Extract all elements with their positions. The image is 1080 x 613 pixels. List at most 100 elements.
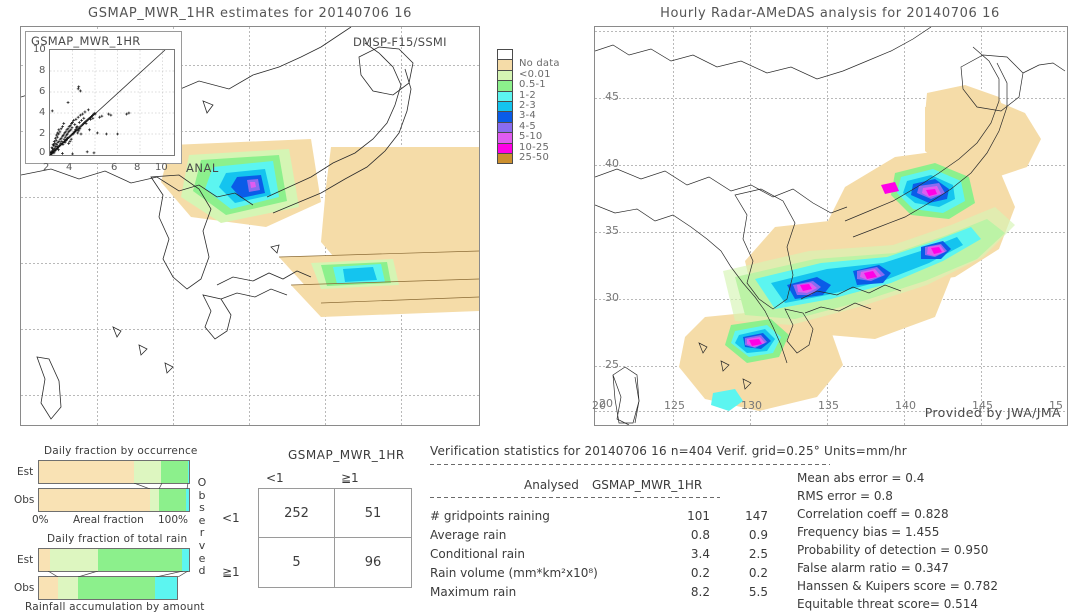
contingency-side-label: Observed xyxy=(197,476,207,578)
scatter-ytick: 0 xyxy=(39,147,46,158)
occurrence-chart-title: Daily fraction by occurrence xyxy=(44,445,198,457)
colorbar-label: 0.5-1 xyxy=(519,79,546,91)
contingency-col-header-lt1: <1 xyxy=(266,471,284,485)
bar-segment xyxy=(39,489,150,511)
scatter-xtick: 2 xyxy=(43,162,50,173)
right-map-ytick: 35 xyxy=(605,224,619,237)
right-map-xtick: 125 xyxy=(664,399,685,412)
verification-score: Mean abs error = 0.4 xyxy=(797,471,925,485)
colorbar-label: 10-25 xyxy=(519,141,550,153)
bar-segment xyxy=(77,577,155,599)
bar-segment xyxy=(58,577,78,599)
occurrence-est-label: Est xyxy=(17,466,34,478)
verification-score: Equitable threat score= 0.514 xyxy=(797,597,979,611)
bar-segment xyxy=(186,489,189,511)
right-map-frame: Provided by JWA/JMA xyxy=(594,26,1068,426)
verification-score: Frequency bias = 1.455 xyxy=(797,525,940,539)
verification-row-analysed: 0.8 xyxy=(690,528,710,542)
verification-row-analysed: 3.4 xyxy=(690,547,710,561)
amount-obs-bar xyxy=(38,576,178,600)
right-map-xtick: 130 xyxy=(741,399,762,412)
bar-segment xyxy=(49,549,98,571)
scatter-ytick: 6 xyxy=(39,86,46,97)
verification-row-label: Average rain xyxy=(430,528,507,542)
colorbar-label: 5-10 xyxy=(519,131,543,143)
verification-row-estimate: 2.5 xyxy=(748,547,768,561)
occurrence-axis-label: Areal fraction xyxy=(73,514,144,526)
contingency-cell-false-alarm: 51 xyxy=(335,489,411,538)
scatter-xlabel: ANAL xyxy=(186,161,219,175)
verification-score: RMS error = 0.8 xyxy=(797,489,893,503)
contingency-col-header-ge1: ≧1 xyxy=(341,471,359,485)
right-map-ytick: 25 xyxy=(605,358,619,371)
colorbar-label: No data xyxy=(519,58,560,70)
scatter-xtick: 6 xyxy=(111,162,118,173)
verification-row-estimate: 5.5 xyxy=(748,585,768,599)
amount-est-bar xyxy=(38,548,190,572)
verification-row-label: Rain volume (mm*km²x10⁸) xyxy=(430,566,598,580)
amount-est-label: Est xyxy=(17,554,34,566)
scatter-inset-title: GSMAP_MWR_1HR xyxy=(31,34,141,48)
occurrence-obs-bar xyxy=(38,488,190,512)
bar-segment xyxy=(97,549,182,571)
contingency-cell-miss: 5 xyxy=(259,538,335,587)
verification-row-estimate: 147 xyxy=(745,509,768,523)
colorbar-label: 25-50 xyxy=(519,151,550,163)
scatter-ytick: 4 xyxy=(39,107,46,118)
contingency-cell-hit: 96 xyxy=(364,555,382,570)
amount-chart-caption: Rainfall accumulation by amount xyxy=(25,601,205,613)
scatter-ytick: 2 xyxy=(39,128,46,139)
sensor-label-dmsp: DMSP-F15/SSMI xyxy=(353,35,447,49)
bar-segment xyxy=(159,489,186,511)
bar-segment xyxy=(39,577,59,599)
colorbar-label: 2-3 xyxy=(519,99,536,111)
occurrence-axis-min: 0% xyxy=(32,514,49,526)
colorbar-label: 4-5 xyxy=(519,120,536,132)
verification-row-label: Conditional rain xyxy=(430,547,525,561)
colorbar-cell: 25-50 xyxy=(497,152,549,165)
verification-row-estimate: 0.2 xyxy=(748,566,768,580)
verification-header: Verification statistics for 20140706 16 … xyxy=(430,444,907,458)
bar-segment xyxy=(39,461,134,483)
bar-segment xyxy=(133,461,162,483)
contingency-table: 252 51 5 96 xyxy=(258,488,412,588)
right-map-graphics xyxy=(595,27,1066,425)
verification-row-analysed: 0.2 xyxy=(690,566,710,580)
occurrence-obs-label: Obs xyxy=(14,494,35,506)
verification-score: Correlation coeff = 0.828 xyxy=(797,507,949,521)
verification-row-label: # gridpoints raining xyxy=(430,509,550,523)
bar-segment xyxy=(161,461,188,483)
right-map-xtick: 145 xyxy=(972,399,993,412)
amount-obs-label: Obs xyxy=(14,582,35,594)
verification-row-analysed: 8.2 xyxy=(690,585,710,599)
bar-segment xyxy=(39,549,50,571)
right-map-xtick: 20 xyxy=(592,399,606,412)
scatter-xtick: 4 xyxy=(66,162,73,173)
scatter-ytick: 10 xyxy=(33,44,46,55)
right-map-title: Hourly Radar-AMeDAS analysis for 2014070… xyxy=(660,6,1000,21)
verification-score: Probability of detection = 0.950 xyxy=(797,543,989,557)
bar-segment xyxy=(187,461,189,483)
occurrence-linkage-lines xyxy=(133,483,189,489)
right-map-xtick: 15 xyxy=(1049,399,1063,412)
left-map-title: GSMAP_MWR_1HR estimates for 20140706 16 xyxy=(88,6,412,21)
verification-col-header-analysed: Analysed xyxy=(524,478,579,492)
verification-row-analysed: 101 xyxy=(687,509,710,523)
bar-segment xyxy=(181,549,189,571)
right-map-xtick: 140 xyxy=(895,399,916,412)
bar-segment xyxy=(150,489,159,511)
occurrence-est-bar xyxy=(38,460,190,484)
bar-segment xyxy=(154,577,177,599)
amount-linkage-lines xyxy=(47,571,189,577)
right-map-ytick: 40 xyxy=(605,157,619,170)
verification-col-header-estimate: GSMAP_MWR_1HR xyxy=(592,478,703,492)
verification-score: False alarm ratio = 0.347 xyxy=(797,561,949,575)
verification-rule-top xyxy=(430,464,830,465)
contingency-row-header-lt1: <1 xyxy=(222,511,240,525)
verification-row-estimate: 0.9 xyxy=(748,528,768,542)
occurrence-axis-max: 100% xyxy=(158,514,189,526)
colorbar-label: <0.01 xyxy=(519,68,551,80)
right-map-ytick: 45 xyxy=(605,90,619,103)
scatter-plot-area xyxy=(49,49,175,156)
colorbar-label: 1-2 xyxy=(519,89,536,101)
